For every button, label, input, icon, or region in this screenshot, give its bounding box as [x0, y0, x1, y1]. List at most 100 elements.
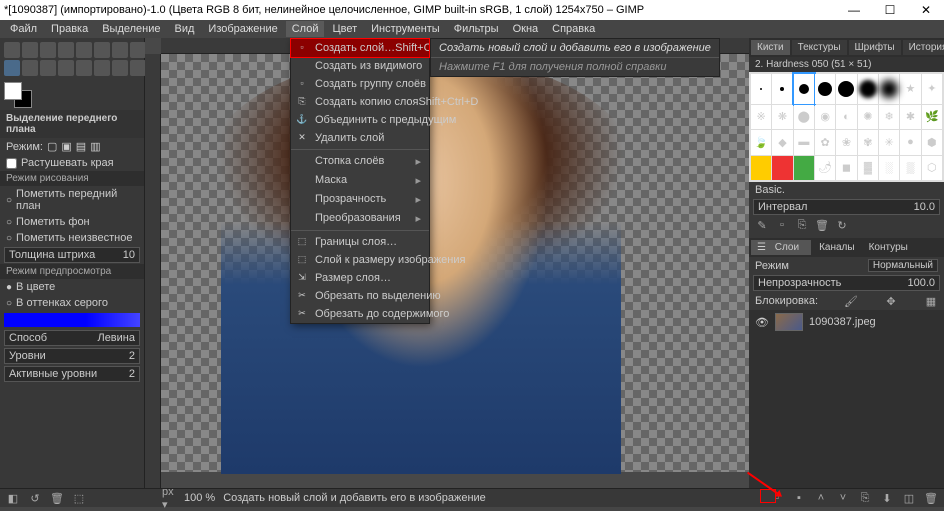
menu-tools[interactable]: Инструменты: [365, 21, 446, 37]
brush-item[interactable]: [815, 74, 835, 104]
merge-icon[interactable]: ⬇: [880, 491, 894, 505]
brush-item[interactable]: [751, 74, 771, 104]
brush-item[interactable]: [794, 156, 814, 181]
mode-icon[interactable]: ▤: [76, 140, 86, 153]
tool-free[interactable]: [40, 42, 56, 58]
menu-edit[interactable]: Правка: [45, 21, 94, 37]
interval-field[interactable]: Интервал10.0: [753, 199, 940, 215]
feather-row[interactable]: Растушевать края: [0, 155, 144, 171]
brush-item[interactable]: ❄: [879, 105, 899, 130]
menu-help[interactable]: Справка: [546, 21, 601, 37]
brush-item[interactable]: 🌿: [922, 105, 942, 130]
menu-crop-content[interactable]: ✂Обрезать до содержимого: [291, 305, 429, 323]
draw-fg-radio[interactable]: ○ Пометить передний план: [0, 186, 144, 214]
menu-new-group[interactable]: ▫Создать группу слоёв: [291, 75, 429, 93]
feather-checkbox[interactable]: [6, 158, 17, 169]
mode-icon[interactable]: ▢: [47, 140, 57, 153]
tool-flip[interactable]: [130, 42, 146, 58]
visibility-icon[interactable]: 👁: [755, 316, 769, 329]
menu-file[interactable]: Файл: [4, 21, 43, 37]
menu-filters[interactable]: Фильтры: [448, 21, 505, 37]
dup-layer-icon[interactable]: ⎘: [858, 491, 872, 505]
active-levels-field[interactable]: Активные уровни2: [4, 366, 140, 382]
sb-icon[interactable]: ◧: [6, 491, 20, 505]
brush-item[interactable]: ⬢: [922, 130, 942, 155]
menu-crop-selection[interactable]: ✂Обрезать по выделению: [291, 287, 429, 305]
raise-layer-icon[interactable]: ˄: [814, 491, 828, 505]
brush-item[interactable]: ▓: [858, 156, 878, 181]
menu-delete-layer[interactable]: ✕Удалить слой: [291, 129, 429, 147]
lower-layer-icon[interactable]: ˅: [836, 491, 850, 505]
menu-duplicate-layer[interactable]: ⎘Создать копию слояShift+Ctrl+D: [291, 93, 429, 111]
layer-group-icon[interactable]: ▪: [792, 491, 806, 505]
tool-pencil[interactable]: [76, 60, 92, 76]
menu-layer[interactable]: Слой: [286, 21, 325, 37]
brush-item[interactable]: ✱: [900, 105, 920, 130]
mask-icon[interactable]: ◫: [902, 491, 916, 505]
menu-new-layer[interactable]: ▫Создать слой…Shift+Ctrl+N: [291, 39, 429, 57]
tool-crop[interactable]: [76, 42, 92, 58]
brush-item[interactable]: ▬: [794, 130, 814, 155]
tool-scale[interactable]: [112, 42, 128, 58]
tool-fg-select[interactable]: [4, 60, 20, 76]
tool-gradient[interactable]: [58, 60, 74, 76]
brush-item[interactable]: 🌶: [815, 156, 835, 181]
sb-icon[interactable]: ↺: [28, 491, 42, 505]
brush-dup-icon[interactable]: ⎘: [795, 218, 809, 232]
brush-new-icon[interactable]: ▫: [775, 218, 789, 232]
tool-rect[interactable]: [22, 42, 38, 58]
brush-item[interactable]: ✺: [858, 105, 878, 130]
menu-transform[interactable]: Преобразования▸: [291, 209, 429, 228]
tool-erase[interactable]: [94, 60, 110, 76]
layer-thumbnail[interactable]: [775, 313, 803, 331]
tool-clone[interactable]: [112, 60, 128, 76]
tool-fill[interactable]: [40, 60, 56, 76]
brush-del-icon[interactable]: 🗑: [815, 218, 829, 232]
blend-mode-select[interactable]: Нормальный: [868, 259, 938, 272]
opacity-field[interactable]: Непрозрачность100.0: [753, 275, 940, 291]
brush-item[interactable]: ✿: [815, 130, 835, 155]
gray-radio[interactable]: ○ В оттенках серого: [0, 295, 144, 311]
tab-layers[interactable]: ☰ Слои: [751, 240, 811, 255]
preview-gradient[interactable]: [4, 313, 140, 327]
close-button[interactable]: ✕: [908, 0, 944, 20]
brush-item[interactable]: ◐: [836, 105, 856, 130]
fg-color[interactable]: [4, 82, 22, 100]
brush-item[interactable]: ░: [879, 156, 899, 181]
brush-item[interactable]: [751, 156, 771, 181]
tab-channels[interactable]: Каналы: [813, 240, 861, 255]
ruler-vertical[interactable]: [145, 54, 161, 488]
mode-icon[interactable]: ▥: [90, 140, 100, 153]
lock-alpha-icon[interactable]: ▦: [924, 294, 938, 308]
brush-refresh-icon[interactable]: ↻: [835, 218, 849, 232]
mode-icon[interactable]: ▣: [61, 140, 71, 153]
layer-row[interactable]: 👁 1090387.jpeg: [749, 310, 944, 334]
brush-item[interactable]: ❀: [836, 130, 856, 155]
tool-rotate[interactable]: [94, 42, 110, 58]
sb-icon[interactable]: ⬚: [72, 491, 86, 505]
brush-item[interactable]: 🍃: [751, 130, 771, 155]
menu-view[interactable]: Вид: [169, 21, 201, 37]
lock-position-icon[interactable]: ✥: [884, 294, 898, 308]
brush-item[interactable]: ●: [900, 130, 920, 155]
menu-stack[interactable]: Стопка слоёв▸: [291, 152, 429, 171]
menu-layer-to-image[interactable]: ⬚Слой к размеру изображения: [291, 251, 429, 269]
menu-windows[interactable]: Окна: [507, 21, 545, 37]
color-radio[interactable]: ● В цвете: [0, 279, 144, 295]
brush-edit-icon[interactable]: ✎: [755, 218, 769, 232]
tab-fonts[interactable]: Шрифты: [849, 40, 901, 55]
draw-bg-radio[interactable]: ○ Пометить фон: [0, 214, 144, 230]
levels-field[interactable]: Уровни2: [4, 348, 140, 364]
brush-item[interactable]: ※: [751, 105, 771, 130]
menu-layer-bounds[interactable]: ⬚Границы слоя…: [291, 233, 429, 251]
brush-item[interactable]: ✾: [858, 130, 878, 155]
brush-item[interactable]: ◆: [772, 130, 792, 155]
menu-select[interactable]: Выделение: [96, 21, 166, 37]
brush-item[interactable]: [794, 74, 814, 104]
draw-unknown-radio[interactable]: ○ Пометить неизвестное: [0, 230, 144, 246]
brush-item[interactable]: ⬤: [794, 105, 814, 130]
maximize-button[interactable]: ☐: [872, 0, 908, 20]
layer-name[interactable]: 1090387.jpeg: [809, 316, 876, 328]
menu-transparency[interactable]: Прозрачность▸: [291, 190, 429, 209]
menu-scale-layer[interactable]: ⇲Размер слоя…: [291, 269, 429, 287]
